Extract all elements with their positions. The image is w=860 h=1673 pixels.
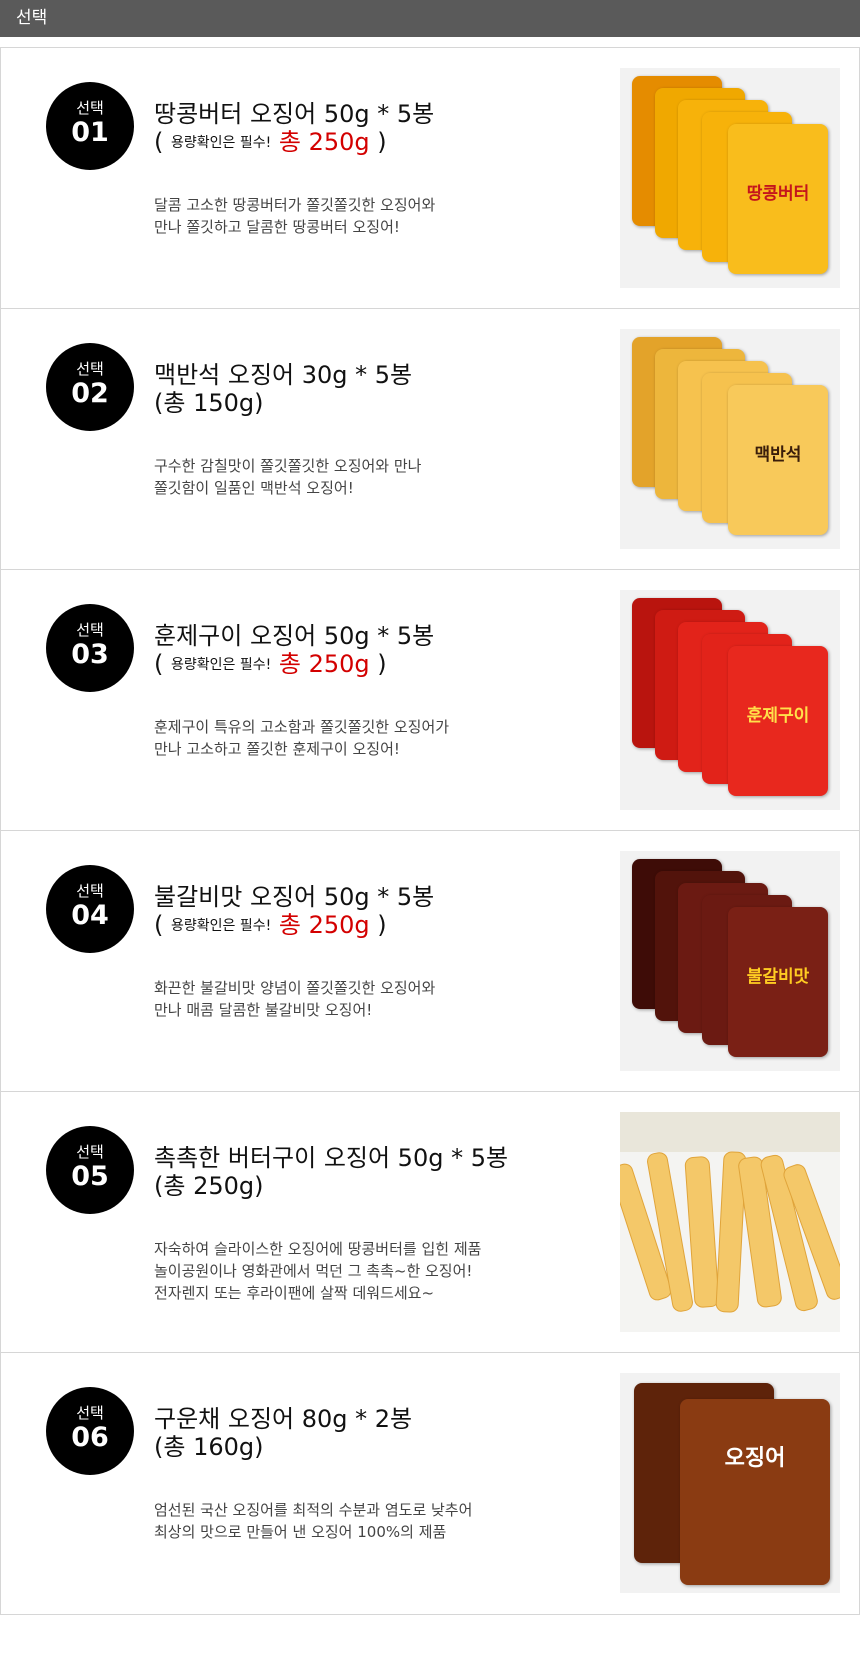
badge-select-label: 선택	[76, 360, 104, 378]
package-label: 훈제구이	[746, 706, 810, 726]
badge-select-label: 선택	[76, 1143, 104, 1161]
badge-select-label: 선택	[76, 882, 104, 900]
description-line: 달콤 고소한 땅콩버터가 쫄깃쫄깃한 오징어와	[154, 196, 436, 214]
weight-close: )	[369, 650, 387, 678]
option-row-03[interactable]: 선택 03 훈제구이 오징어 50g * 5봉 ( 용량확인은 필수! 총 25…	[1, 570, 859, 831]
description-line: 훈제구이 특유의 고소함과 쫄깃쫄깃한 오징어가	[154, 718, 450, 736]
product-photo: 불갈비맛	[620, 851, 840, 1071]
description-line: 자숙하여 슬라이스한 오징어에 땅콩버터를 입힌 제품	[154, 1240, 482, 1258]
badge-number: 03	[71, 639, 109, 670]
product-title: 훈제구이 오징어 50g * 5봉	[154, 622, 435, 650]
badge-number: 04	[71, 900, 109, 931]
package: 맥반석	[728, 385, 828, 535]
package: 훈제구이	[728, 646, 828, 796]
option-badge: 선택 06	[46, 1387, 134, 1475]
package: 불갈비맛	[728, 907, 828, 1057]
product-description: 화끈한 불갈비맛 양념이 쫄깃쫄깃한 오징어와 만나 매콤 달콤한 불갈비맛 오…	[154, 977, 435, 1021]
product-weight: (총 160g)	[154, 1433, 264, 1461]
product-title: 땅콩버터 오징어 50g * 5봉	[154, 100, 435, 128]
package-label: 오징어	[724, 1446, 786, 1471]
weight-total: 총 250g	[271, 911, 370, 939]
weight-note: 용량확인은 필수!	[171, 135, 272, 151]
product-description: 달콤 고소한 땅콩버터가 쫄깃쫄깃한 오징어와 만나 쫄깃하고 달콤한 땅콩버터…	[154, 194, 435, 238]
option-list: 선택 01 땅콩버터 오징어 50g * 5봉 ( 용량확인은 필수! 총 25…	[0, 47, 860, 1615]
option-badge: 선택 01	[46, 82, 134, 170]
product-photo: 훈제구이	[620, 590, 840, 810]
description-line: 엄선된 국산 오징어를 최적의 수분과 염도로 낮추어	[154, 1501, 473, 1519]
product-weight: (총 250g)	[154, 1172, 264, 1200]
product-photo	[620, 1112, 840, 1332]
description-line: 쫄깃함이 일품인 맥반석 오징어!	[154, 479, 354, 497]
description-line: 만나 고소하고 쫄깃한 훈제구이 오징어!	[154, 740, 400, 758]
option-row-01[interactable]: 선택 01 땅콩버터 오징어 50g * 5봉 ( 용량확인은 필수! 총 25…	[1, 48, 859, 309]
weight-open: (	[154, 128, 171, 156]
description-line: 만나 매콤 달콤한 불갈비맛 오징어!	[154, 1001, 373, 1019]
badge-number: 05	[71, 1161, 109, 1192]
header-bar: 선택	[0, 0, 860, 37]
weight-total: 총 250g	[271, 128, 370, 156]
badge-number: 02	[71, 378, 109, 409]
description-line: 화끈한 불갈비맛 양념이 쫄깃쫄깃한 오징어와	[154, 979, 436, 997]
option-badge: 선택 04	[46, 865, 134, 953]
package: 오징어	[680, 1399, 830, 1585]
product-description: 엄선된 국산 오징어를 최적의 수분과 염도로 낮추어 최상의 맛으로 만들어 …	[154, 1499, 472, 1543]
header-title: 선택	[16, 8, 48, 28]
badge-number: 01	[71, 117, 109, 148]
badge-select-label: 선택	[76, 99, 104, 117]
product-title: 불갈비맛 오징어 50g * 5봉	[154, 883, 435, 911]
product-title: 구운채 오징어 80g * 2봉	[154, 1405, 413, 1433]
product-title: 맥반석 오징어 30g * 5봉	[154, 361, 413, 389]
product-weight: ( 용량확인은 필수! 총 250g )	[154, 650, 387, 679]
badge-select-label: 선택	[76, 621, 104, 639]
option-badge: 선택 03	[46, 604, 134, 692]
option-row-02[interactable]: 선택 02 맥반석 오징어 30g * 5봉 (총 150g) 구수한 감칠맛이…	[1, 309, 859, 570]
description-line: 만나 쫄깃하고 달콤한 땅콩버터 오징어!	[154, 218, 400, 236]
option-badge: 선택 02	[46, 343, 134, 431]
product-title: 촉촉한 버터구이 오징어 50g * 5봉	[154, 1144, 509, 1172]
product-description: 자숙하여 슬라이스한 오징어에 땅콩버터를 입힌 제품 놀이공원이나 영화관에서…	[154, 1238, 481, 1304]
option-row-04[interactable]: 선택 04 불갈비맛 오징어 50g * 5봉 ( 용량확인은 필수! 총 25…	[1, 831, 859, 1092]
weight-close: )	[369, 128, 387, 156]
product-description: 구수한 감칠맛이 쫄깃쫄깃한 오징어와 만나 쫄깃함이 일품인 맥반석 오징어!	[154, 455, 421, 499]
product-photo: 맥반석	[620, 329, 840, 549]
badge-select-label: 선택	[76, 1404, 104, 1422]
description-line: 구수한 감칠맛이 쫄깃쫄깃한 오징어와 만나	[154, 457, 422, 475]
option-row-05[interactable]: 선택 05 촉촉한 버터구이 오징어 50g * 5봉 (총 250g) 자숙하…	[1, 1092, 859, 1353]
product-photo: 오징어	[620, 1373, 840, 1593]
option-row-06[interactable]: 선택 06 구운채 오징어 80g * 2봉 (총 160g) 엄선된 국산 오…	[1, 1353, 859, 1614]
product-photo: 땅콩버터	[620, 68, 840, 288]
description-line: 최상의 맛으로 만들어 낸 오징어 100%의 제품	[154, 1523, 447, 1541]
product-weight: ( 용량확인은 필수! 총 250g )	[154, 911, 387, 940]
badge-number: 06	[71, 1422, 109, 1453]
package-label: 맥반석	[754, 445, 802, 465]
weight-total: 총 250g	[271, 650, 370, 678]
weight-open: (	[154, 911, 171, 939]
option-badge: 선택 05	[46, 1126, 134, 1214]
product-weight: ( 용량확인은 필수! 총 250g )	[154, 128, 387, 157]
weight-note: 용량확인은 필수!	[171, 657, 272, 673]
weight-note: 용량확인은 필수!	[171, 918, 272, 934]
package-label: 불갈비맛	[746, 967, 810, 987]
weight-close: )	[369, 911, 387, 939]
weight-open: (	[154, 650, 171, 678]
product-weight: (총 150g)	[154, 389, 264, 417]
description-line: 전자렌지 또는 후라이팬에 살짝 데워드세요~	[154, 1284, 435, 1302]
product-description: 훈제구이 특유의 고소함과 쫄깃쫄깃한 오징어가 만나 고소하고 쫄깃한 훈제구…	[154, 716, 449, 760]
squid-sticks-image	[620, 1112, 840, 1313]
package: 땅콩버터	[728, 124, 828, 274]
description-line: 놀이공원이나 영화관에서 먹던 그 촉촉~한 오징어!	[154, 1262, 473, 1280]
package-label: 땅콩버터	[746, 184, 810, 204]
